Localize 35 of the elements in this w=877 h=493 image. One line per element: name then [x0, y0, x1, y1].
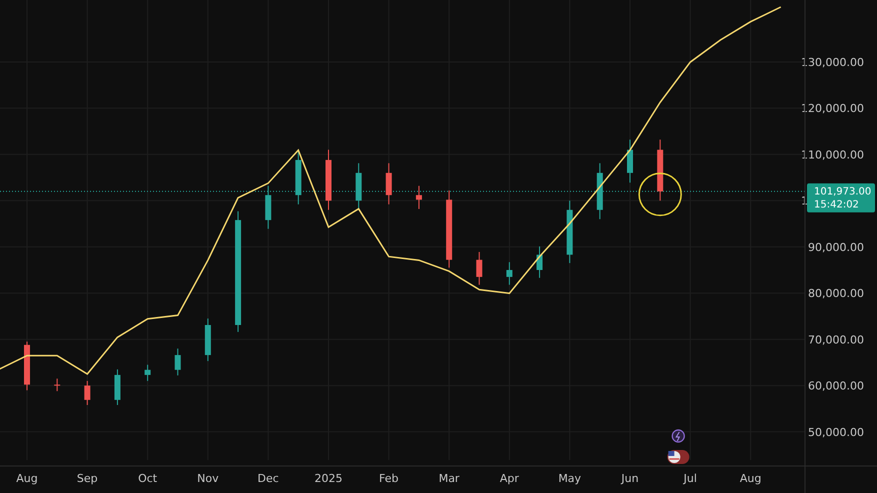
- x-axis-label: Jul: [684, 472, 697, 485]
- candlestick: [476, 251, 482, 286]
- y-axis-label: 130,000.00: [801, 56, 864, 69]
- candlestick: [386, 162, 392, 205]
- x-axis-label: Aug: [16, 472, 38, 485]
- x-axis-label: Nov: [197, 472, 219, 485]
- highlight-circle: [638, 172, 682, 216]
- candlestick: [627, 139, 633, 184]
- y-axis-label: 50,000.00: [808, 426, 864, 439]
- y-axis-label: 120,000.00: [801, 102, 864, 116]
- candlestick: [416, 185, 422, 210]
- x-axis-label: Feb: [379, 472, 399, 485]
- y-axis-label: 60,000.00: [808, 380, 864, 393]
- x-axis-label: Jun: [621, 472, 639, 485]
- y-axis-label: 70,000.00: [808, 333, 864, 346]
- x-axis-label: May: [558, 472, 582, 485]
- x-axis-label: Oct: [138, 472, 158, 485]
- candlestick: [144, 364, 151, 382]
- x-axis-label: Sep: [76, 472, 98, 485]
- lightning-icon[interactable]: [672, 429, 685, 443]
- candlestick: [174, 348, 181, 376]
- candlestick: [54, 378, 60, 392]
- price-value: 101,973.00: [814, 186, 872, 198]
- candlestick: [506, 262, 512, 286]
- x-axis-label: Apr: [500, 472, 519, 485]
- x-axis-label: 2025: [314, 472, 342, 485]
- candlestick: [84, 380, 90, 406]
- time-value: 15:42:02: [814, 199, 859, 210]
- y-axis-label: 90,000.00: [808, 240, 864, 254]
- x-axis-label: Dec: [258, 472, 279, 485]
- y-axis-label: 80,000.00: [808, 287, 864, 300]
- x-axis-label: Mar: [438, 472, 460, 485]
- x-axis-label: Aug: [740, 472, 762, 485]
- y-axis-label: 110,000.00: [801, 148, 864, 162]
- flag-icon[interactable]: [667, 450, 690, 464]
